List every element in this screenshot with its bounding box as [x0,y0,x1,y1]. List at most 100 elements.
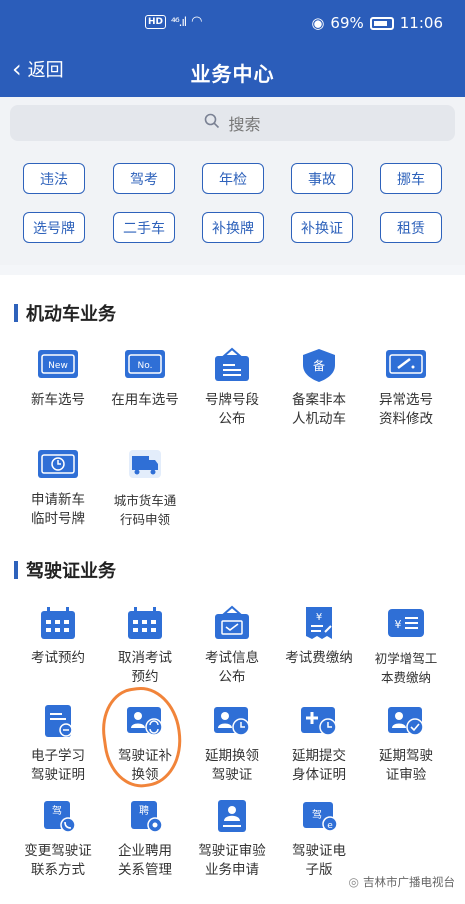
service-label: 延期换领 驾驶证 [205,748,259,783]
service-label: 城市货车通 行码申领 [113,493,177,527]
page-title: 业务中心 [190,62,275,86]
service-employ-manage[interactable]: 聘 企业聘用 关系管理 [100,798,190,880]
service-exam-booking[interactable]: 考试预约 [13,605,103,668]
license-verify-icon [384,703,428,739]
service-record-vehicle[interactable]: 备 备案非本 人机动车 [274,347,364,429]
chip-violation[interactable]: 违法 [23,163,85,194]
service-e-learning-proof[interactable]: 电子学习 驾驶证明 [13,703,103,785]
hd-indicator: HD [145,14,167,29]
service-label: 企业聘用 关系管理 [118,843,172,878]
service-label: 号牌号段 公布 [205,392,259,427]
service-label: 初学增驾工 本费缴纳 [374,651,438,685]
service-label: 延期提交 身体证明 [292,748,346,783]
back-label: 返回 [27,60,64,81]
service-change-contact[interactable]: 驾 变更驾驶证 联系方式 [13,798,103,880]
search-area: 搜索 违法 驾考 年检 事故 挪车 选号牌 二手车 补换牌 补换证 租赁 [0,97,465,265]
chip-rental[interactable]: 租赁 [380,212,442,243]
clock: 11:06 [399,14,443,32]
service-e-license[interactable]: 驾e 驾驶证电 子版 [274,798,364,880]
service-label: 电子学习 驾驶证明 [31,748,85,783]
service-label: 申请新车 临时号牌 [31,492,85,527]
license-delay-icon [210,703,254,739]
search-placeholder: 搜索 [228,115,261,134]
svg-text:聘: 聘 [139,804,149,817]
svg-text:¥: ¥ [395,618,402,631]
service-label: 备案非本 人机动车 [292,392,346,427]
service-label: 考试费缴纳 [285,650,353,666]
shield-record-icon: 备 [297,347,341,383]
svg-text:New: New [48,361,68,371]
chevron-left-icon: ‹ [12,55,22,83]
svg-text:e: e [327,821,333,831]
wechat-icon: ◎ [348,875,359,889]
service-exam-fee[interactable]: ¥ 考试费缴纳 [274,605,364,668]
truck-icon [123,447,167,483]
back-button[interactable]: ‹ 返回 [12,56,64,82]
chip-accident[interactable]: 事故 [291,163,353,194]
notice-board-icon [210,605,254,641]
service-cancel-exam[interactable]: 取消考试 预约 [100,605,190,687]
employ-manage-icon: 聘 [123,798,167,834]
service-label: 考试预约 [31,650,85,666]
e-document-icon [36,703,80,739]
watermark-text: 吉林市广播电视台 [363,875,455,889]
health-delay-icon [297,703,341,739]
service-label: 延期驾驶 证审验 [379,748,433,783]
service-abnormal-plate-edit[interactable]: 异常选号 资料修改 [361,347,451,429]
fee-list-icon: ¥ [384,605,428,641]
service-learner-fee[interactable]: ¥ 初学增驾工 本费缴纳 [361,605,451,687]
watermark: ◎ 吉林市广播电视台 [349,874,455,890]
service-truck-pass[interactable]: 城市货车通 行码申领 [100,447,190,529]
search-input[interactable]: 搜索 [10,105,455,141]
service-temp-plate[interactable]: 申请新车 临时号牌 [13,447,103,529]
clock-card-icon [36,447,80,483]
svg-text:备: 备 [313,359,325,373]
svg-text:驾: 驾 [312,809,322,821]
chip-choose-plate[interactable]: 选号牌 [23,212,85,243]
service-label: 取消考试 预约 [118,650,172,685]
signal-icon: ⁴⁶.ıl [171,14,187,29]
service-new-car-plate[interactable]: New 新车选号 [13,347,103,410]
wifi-icon: ◠ [191,14,203,29]
service-plate-range[interactable]: 号牌号段 公布 [187,347,277,429]
edit-card-icon [384,347,428,383]
service-health-delay[interactable]: 延期提交 身体证明 [274,703,364,785]
service-license-audit[interactable]: 驾驶证审验 业务申请 [187,798,277,880]
plate-sign-icon [210,347,254,383]
status-bar: HD ⁴⁶.ıl ◠ ◉ 69% 11:06 [0,14,465,38]
service-label: 异常选号 资料修改 [379,392,433,427]
chip-driving-test[interactable]: 驾考 [113,163,175,194]
top-app-bar: HD ⁴⁶.ıl ◠ ◉ 69% 11:06 业务中心 ‹ 返回 [0,0,465,97]
new-card-icon: New [36,347,80,383]
calendar-icon [36,605,80,641]
no-card-icon: No. [123,347,167,383]
service-label: 在用车选号 [111,392,179,408]
chip-replace-license[interactable]: 补换证 [291,212,353,243]
license-contact-icon: 驾 [36,798,80,834]
chip-annual-inspection[interactable]: 年检 [202,163,264,194]
service-license-verify-delay[interactable]: 延期驾驶 证审验 [361,703,451,785]
service-label: 新车选号 [31,392,85,408]
section-title-vehicle: 机动车业务 [14,300,116,326]
service-label: 考试信息 公布 [205,650,259,685]
service-used-car-plate[interactable]: No. 在用车选号 [100,347,190,410]
license-audit-icon [210,798,254,834]
chip-used-car[interactable]: 二手车 [113,212,175,243]
battery-icon [369,16,394,30]
section-title-license: 驾驶证业务 [14,557,116,583]
svg-text:驾: 驾 [52,805,62,817]
service-exam-info[interactable]: 考试信息 公布 [187,605,277,687]
service-license-delay[interactable]: 延期换领 驾驶证 [187,703,277,785]
chip-replace-plate[interactable]: 补换牌 [202,212,264,243]
svg-text:No.: No. [138,361,153,371]
battery-percent: 69% [330,14,364,32]
chip-move-car[interactable]: 挪车 [380,163,442,194]
search-icon [204,113,220,133]
service-sections: 机动车业务 New 新车选号 No. 在用车选号 号牌号段 公布 备 备案非本 … [0,275,465,904]
service-label: 驾驶证审验 业务申请 [198,843,266,878]
fee-bill-icon: ¥ [297,605,341,641]
eye-care-icon: ◉ [311,14,325,32]
e-license-icon: 驾e [297,798,341,834]
svg-text:¥: ¥ [316,612,322,623]
calendar-cancel-icon [123,605,167,641]
